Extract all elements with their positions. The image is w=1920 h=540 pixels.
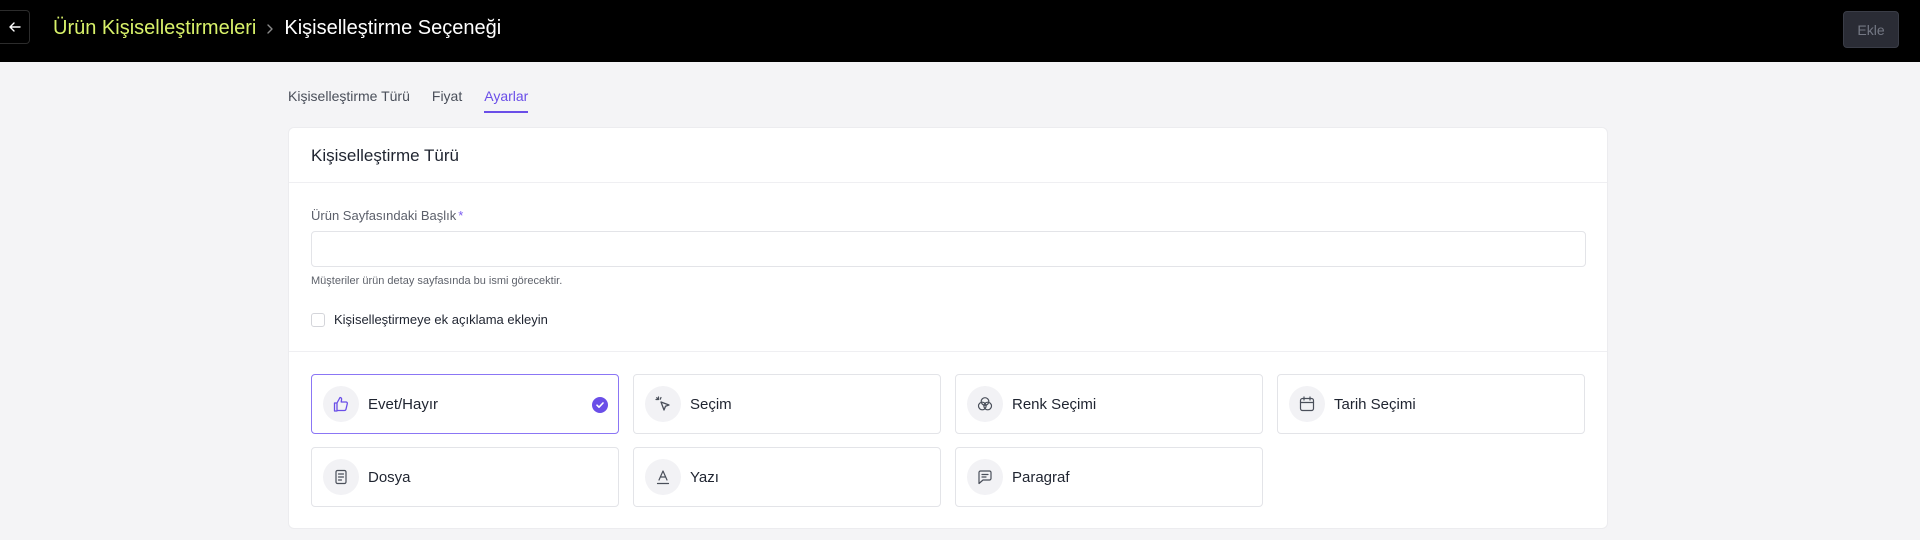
tab-personalization-type[interactable]: Kişiselleştirme Türü	[288, 88, 410, 113]
thumbs-up-icon	[323, 386, 359, 422]
breadcrumb-parent-link[interactable]: Ürün Kişiselleştirmeleri	[53, 17, 256, 40]
option-color-selection[interactable]: Renk Seçimi	[955, 374, 1263, 434]
option-date-selection[interactable]: Tarih Seçimi	[1277, 374, 1585, 434]
option-selection[interactable]: Seçim	[633, 374, 941, 434]
helper-text: Müşteriler ürün detay sayfasında bu ismi…	[311, 275, 563, 287]
back-button[interactable]	[0, 10, 30, 44]
calendar-icon	[1289, 386, 1325, 422]
option-label: Seçim	[690, 395, 732, 413]
option-text[interactable]: Yazı	[633, 447, 941, 507]
message-icon	[967, 459, 1003, 495]
tab-price[interactable]: Fiyat	[432, 88, 462, 113]
card-title: Kişiselleştirme Türü	[311, 146, 460, 165]
cursor-click-icon	[645, 386, 681, 422]
chevron-right-icon	[266, 23, 274, 35]
divider	[289, 351, 1607, 352]
tab-bar: Kişiselleştirme Türü Fiyat Ayarlar	[288, 88, 529, 113]
card-header: Kişiselleştirme Türü	[289, 128, 1607, 183]
settings-card: Kişiselleştirme Türü Ürün Sayfasındaki B…	[288, 127, 1608, 529]
page-title: Kişiselleştirme Seçeneği	[284, 17, 502, 39]
option-yes-no[interactable]: Evet/Hayır	[311, 374, 619, 434]
title-field-label: Ürün Sayfasındaki Başlık *	[311, 208, 463, 223]
option-label: Paragraf	[1012, 468, 1070, 486]
breadcrumb: Ürün Kişiselleştirmeleri Kişiselleştirme…	[53, 17, 501, 40]
option-label: Evet/Hayır	[368, 395, 439, 413]
required-mark: *	[458, 208, 464, 223]
option-label: Yazı	[690, 468, 719, 486]
extra-description-checkbox[interactable]	[311, 312, 325, 327]
text-icon	[645, 459, 681, 495]
product-page-title-input[interactable]	[311, 231, 1586, 267]
tab-settings[interactable]: Ayarlar	[484, 88, 529, 113]
checkbox-label: Kişiselleştirmeye ek açıklama ekleyin	[334, 312, 548, 327]
color-circles-icon	[967, 386, 1003, 422]
option-file[interactable]: Dosya	[311, 447, 619, 507]
check-circle-icon	[592, 397, 608, 413]
option-label: Tarih Seçimi	[1334, 395, 1416, 413]
title-field-label-text: Ürün Sayfasındaki Başlık	[311, 208, 457, 223]
add-button[interactable]: Ekle	[1843, 11, 1899, 48]
extra-description-checkbox-row[interactable]: Kişiselleştirmeye ek açıklama ekleyin	[311, 312, 548, 327]
arrow-left-icon	[8, 22, 21, 32]
top-bar: Ürün Kişiselleştirmeleri Kişiselleştirme…	[0, 0, 1920, 62]
option-label: Renk Seçimi	[1012, 395, 1097, 413]
file-icon	[323, 459, 359, 495]
option-paragraph[interactable]: Paragraf	[955, 447, 1263, 507]
option-label: Dosya	[368, 468, 411, 486]
